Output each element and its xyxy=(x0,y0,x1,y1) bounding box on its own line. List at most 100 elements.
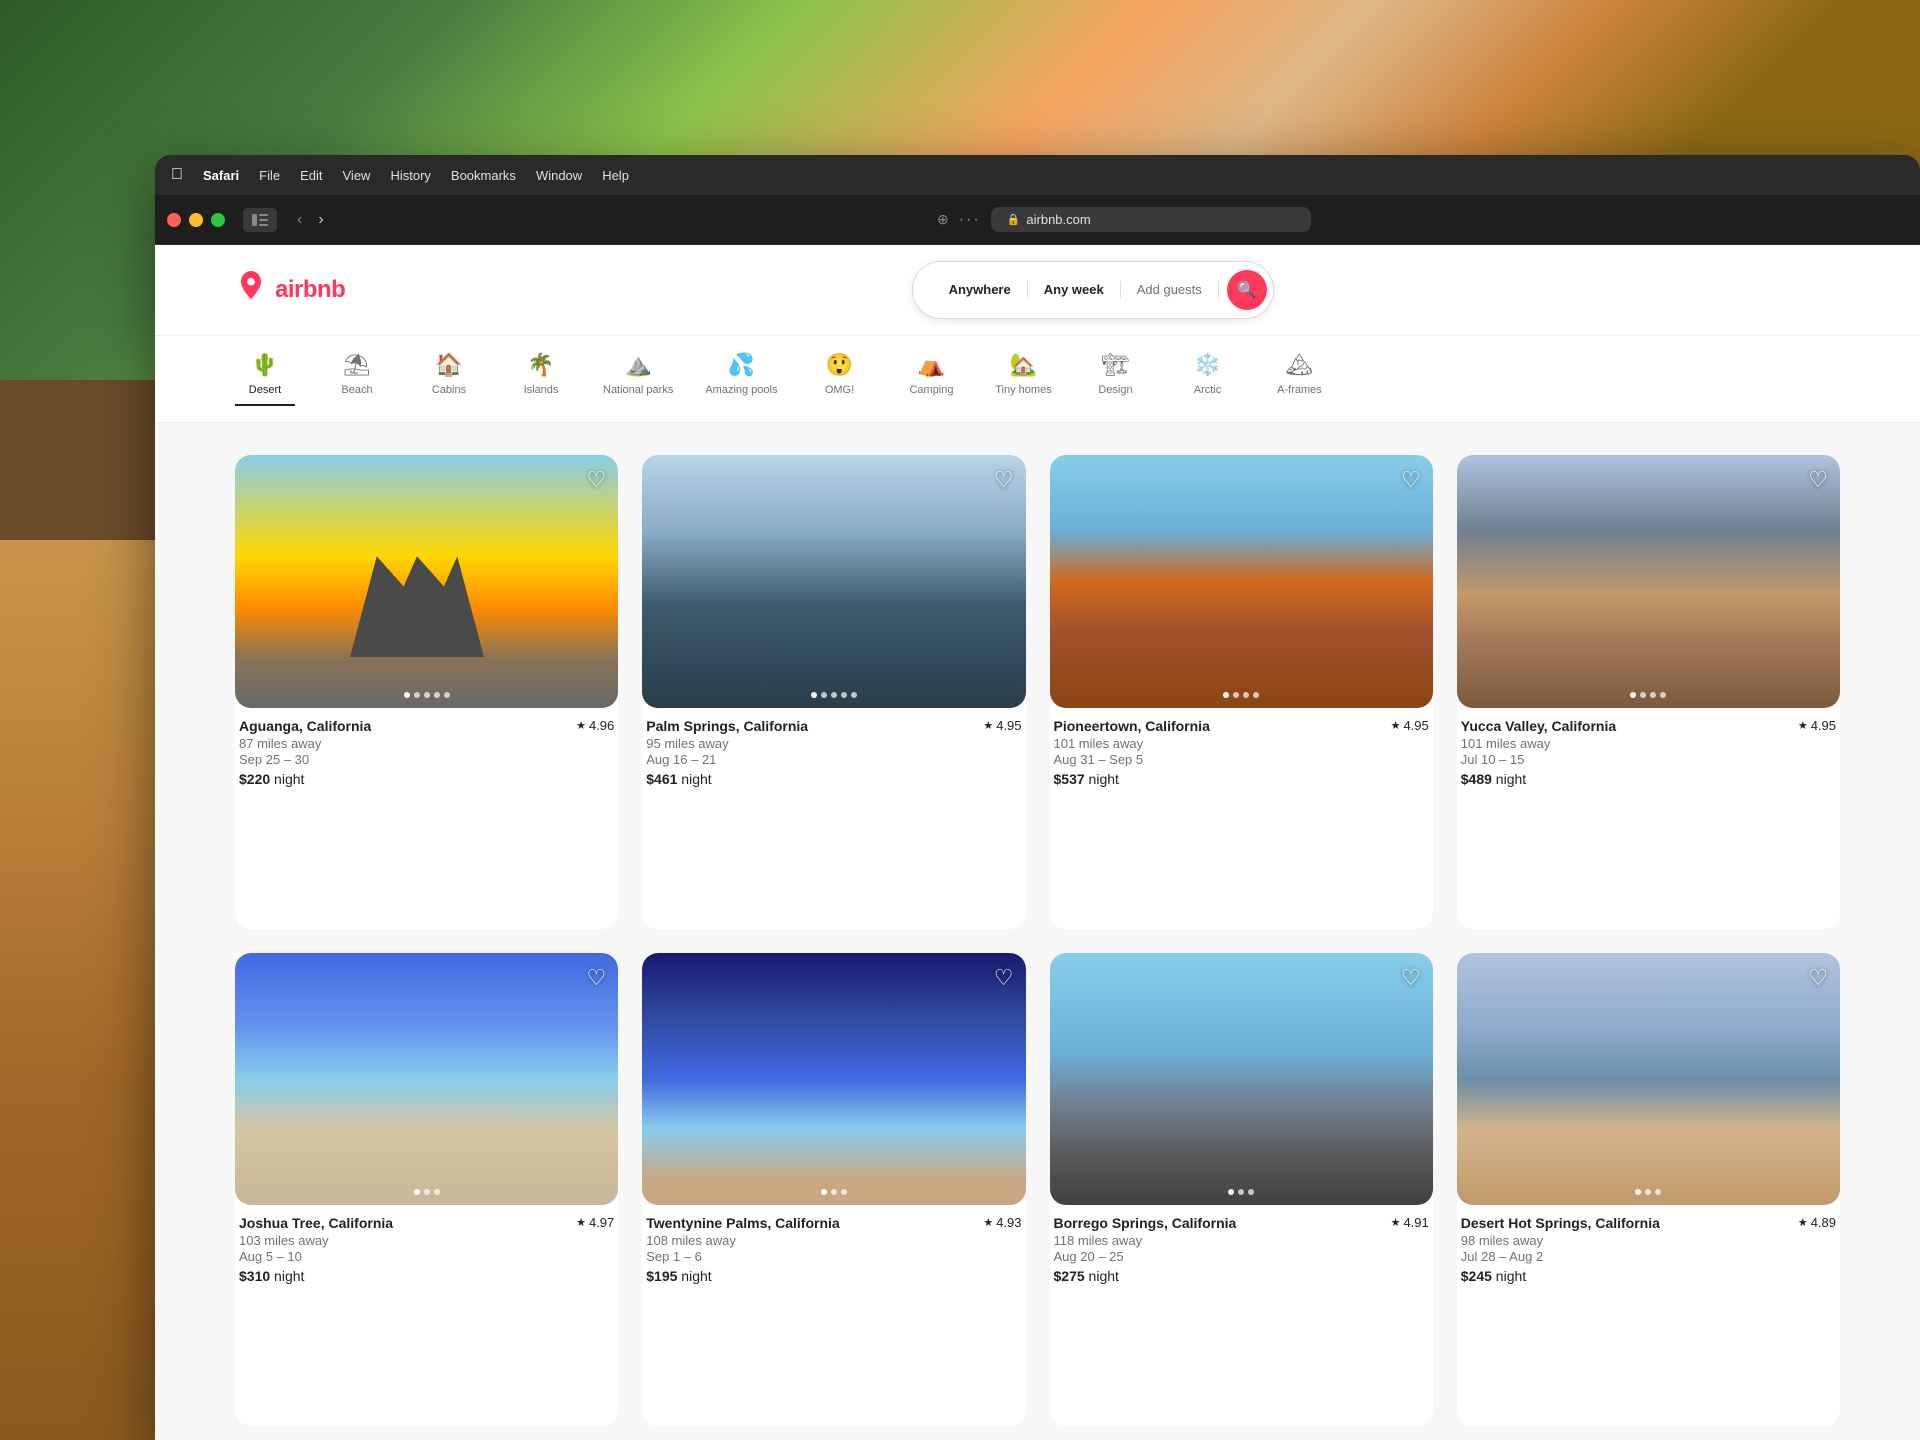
rating-value-1: 4.96 xyxy=(589,718,614,733)
category-design[interactable]: 🏗 Design xyxy=(1085,352,1145,406)
listing-price-7: $275 night xyxy=(1054,1268,1429,1284)
heart-icon-4: ♡ xyxy=(1808,467,1828,492)
file-menu-item[interactable]: File xyxy=(255,166,284,185)
listing-dates-3: Aug 31 – Sep 5 xyxy=(1054,752,1429,767)
listing-image-8: ♡ xyxy=(1457,953,1840,1206)
dot-3-4 xyxy=(1253,692,1259,698)
window-menu-item[interactable]: Window xyxy=(532,166,586,185)
sidebar-toggle-button[interactable] xyxy=(243,208,277,232)
star-icon-2: ★ xyxy=(983,719,993,732)
listing-info-1: Aguanga, California ★ 4.96 87 miles away… xyxy=(235,708,618,791)
add-guests-section[interactable]: Add guests xyxy=(1121,281,1219,299)
listing-card-6[interactable]: ♡ Twentynine Palms, California ★ 4.93 xyxy=(642,953,1025,1427)
design-label: Design xyxy=(1098,384,1132,396)
listing-distance-6: 108 miles away xyxy=(646,1233,1021,1248)
listing-location-8: Desert Hot Springs, California xyxy=(1461,1215,1660,1231)
tiny-homes-label: Tiny homes xyxy=(995,384,1051,396)
dot-1-3 xyxy=(424,692,430,698)
search-button[interactable]: 🔍 xyxy=(1227,270,1267,310)
category-national-parks[interactable]: ⛰️ National parks xyxy=(603,352,673,406)
category-cabins[interactable]: 🏠 Cabins xyxy=(419,352,479,406)
dot-2-1 xyxy=(811,692,817,698)
rating-value-7: 4.91 xyxy=(1403,1215,1428,1230)
search-button-icon: 🔍 xyxy=(1237,280,1257,300)
minimize-button[interactable] xyxy=(189,213,203,227)
listing-photo-1 xyxy=(235,455,618,708)
listing-location-2: Palm Springs, California xyxy=(646,718,808,734)
wishlist-button-6[interactable]: ♡ xyxy=(994,965,1014,991)
help-menu-item[interactable]: Help xyxy=(598,166,633,185)
dot-1-4 xyxy=(434,692,440,698)
search-bar[interactable]: Anywhere Any week Add guests 🔍 xyxy=(912,261,1274,319)
listing-info-5: Joshua Tree, California ★ 4.97 103 miles… xyxy=(235,1205,618,1288)
airbnb-logo[interactable]: airbnb xyxy=(235,270,345,310)
bookmarks-menu-item[interactable]: Bookmarks xyxy=(447,166,520,185)
category-amazing-pools[interactable]: 💦 Amazing pools xyxy=(705,352,777,406)
listing-dates-2: Aug 16 – 21 xyxy=(646,752,1021,767)
dot-6-1 xyxy=(821,1189,827,1195)
star-icon-3: ★ xyxy=(1391,719,1401,732)
address-bar[interactable]: 🔒 airbnb.com xyxy=(991,207,1311,232)
maximize-button[interactable] xyxy=(211,213,225,227)
listing-image-4: ♡ xyxy=(1457,455,1840,708)
listing-location-1: Aguanga, California xyxy=(239,718,371,734)
view-menu-item[interactable]: View xyxy=(339,166,375,185)
dot-indicators-3 xyxy=(1223,692,1259,698)
forward-button[interactable]: › xyxy=(312,207,329,233)
wishlist-button-1[interactable]: ♡ xyxy=(587,467,607,493)
listing-title-row-8: Desert Hot Springs, California ★ 4.89 xyxy=(1461,1215,1836,1231)
safari-menu-item[interactable]: Safari xyxy=(199,166,243,185)
listing-info-8: Desert Hot Springs, California ★ 4.89 98… xyxy=(1457,1205,1840,1288)
listing-location-3: Pioneertown, California xyxy=(1054,718,1210,734)
listing-card-5[interactable]: ♡ Joshua Tree, California ★ 4.97 xyxy=(235,953,618,1427)
wishlist-button-4[interactable]: ♡ xyxy=(1808,467,1828,493)
listing-card-1[interactable]: ♡ Aguanga, California ★ xyxy=(235,455,618,929)
category-camping[interactable]: ⛺ Camping xyxy=(901,352,961,406)
category-tiny-homes[interactable]: 🏡 Tiny homes xyxy=(993,352,1053,406)
dot-indicators-4 xyxy=(1630,692,1666,698)
wishlist-button-7[interactable]: ♡ xyxy=(1401,965,1421,991)
any-week-section[interactable]: Any week xyxy=(1028,281,1121,299)
listing-card-4[interactable]: ♡ Yucca Valley, California ★ 4.95 xyxy=(1457,455,1840,929)
url-text: airbnb.com xyxy=(1026,212,1090,227)
category-desert[interactable]: 🌵 Desert xyxy=(235,352,295,406)
wishlist-button-3[interactable]: ♡ xyxy=(1401,467,1421,493)
heart-icon-7: ♡ xyxy=(1401,965,1421,990)
category-arctic[interactable]: ❄️ Arctic xyxy=(1177,352,1237,406)
category-omg[interactable]: 😲 OMG! xyxy=(809,352,869,406)
listing-card-8[interactable]: ♡ Desert Hot Springs, California ★ 4.89 xyxy=(1457,953,1840,1427)
back-button[interactable]: ‹ xyxy=(291,207,308,233)
category-a-frames[interactable]: 🏔 A-frames xyxy=(1269,352,1329,406)
dot-4-4 xyxy=(1660,692,1666,698)
dot-2-4 xyxy=(841,692,847,698)
listing-location-6: Twentynine Palms, California xyxy=(646,1215,839,1231)
arctic-label: Arctic xyxy=(1194,384,1222,396)
close-button[interactable] xyxy=(167,213,181,227)
listing-card-7[interactable]: ♡ Borrego Springs, California ★ 4.91 xyxy=(1050,953,1433,1427)
listing-card-2[interactable]: ♡ Palm Springs, California ★ xyxy=(642,455,1025,929)
wishlist-button-8[interactable]: ♡ xyxy=(1808,965,1828,991)
camping-label: Camping xyxy=(909,384,953,396)
listing-dates-7: Aug 20 – 25 xyxy=(1054,1249,1429,1264)
edit-menu-item[interactable]: Edit xyxy=(296,166,326,185)
category-beach[interactable]: ⛱ Beach xyxy=(327,352,387,406)
share-icon[interactable]: ··· xyxy=(959,211,981,229)
listing-card-3[interactable]: ♡ Pioneertown, California ★ 4.95 xyxy=(1050,455,1433,929)
dot-6-2 xyxy=(831,1189,837,1195)
rating-value-3: 4.95 xyxy=(1403,718,1428,733)
wishlist-button-5[interactable]: ♡ xyxy=(587,965,607,991)
heart-icon-8: ♡ xyxy=(1808,965,1828,990)
wishlist-button-2[interactable]: ♡ xyxy=(994,467,1014,493)
listing-title-row-4: Yucca Valley, California ★ 4.95 xyxy=(1461,718,1836,734)
heart-icon-1: ♡ xyxy=(587,467,607,492)
listing-price-1: $220 night xyxy=(239,771,614,787)
category-islands[interactable]: 🌴 Islands xyxy=(511,352,571,406)
islands-label: Islands xyxy=(524,384,559,396)
star-icon-8: ★ xyxy=(1798,1216,1808,1229)
listing-distance-5: 103 miles away xyxy=(239,1233,614,1248)
history-menu-item[interactable]: History xyxy=(386,166,434,185)
listing-info-6: Twentynine Palms, California ★ 4.93 108 … xyxy=(642,1205,1025,1288)
listing-title-row-2: Palm Springs, California ★ 4.95 xyxy=(646,718,1021,734)
anywhere-section[interactable]: Anywhere xyxy=(933,281,1028,299)
dot-5-2 xyxy=(424,1189,430,1195)
